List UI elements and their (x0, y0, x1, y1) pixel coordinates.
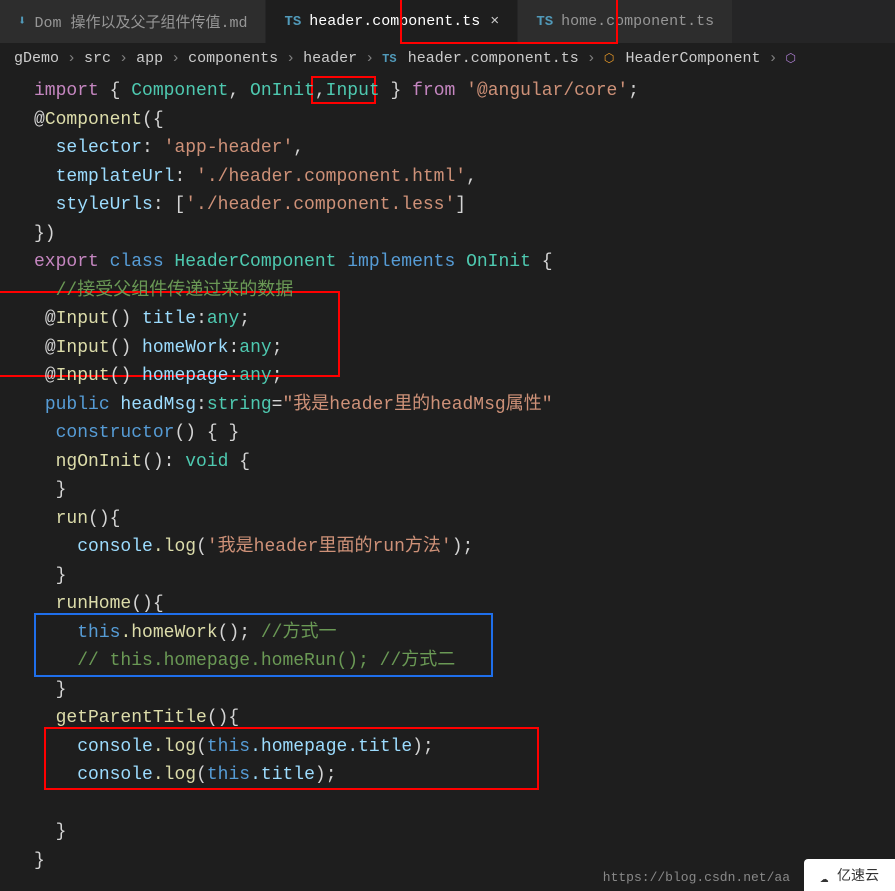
footer-url: https://blog.csdn.net/aa (603, 870, 790, 885)
code-editor[interactable]: import { Component, OnInit,Input } from … (0, 73, 895, 885)
tab-home-ts[interactable]: TS home.component.ts (518, 0, 733, 43)
tab-header-ts[interactable]: TS header.component.ts × (266, 0, 518, 43)
ts-icon: TS (536, 14, 553, 30)
breadcrumb: gDemo› src› app› components› header› TS … (0, 44, 895, 73)
crumb[interactable]: gDemo (6, 50, 67, 67)
watermark: ☁ 亿速云 (804, 859, 895, 891)
cloud-icon: ☁ (820, 870, 828, 887)
markdown-icon: ⬇ (18, 13, 26, 30)
crumb-method[interactable]: ⬡ (778, 50, 808, 67)
tab-label: home.component.ts (561, 13, 714, 30)
tab-label: Dom 操作以及父子组件传值.md (34, 11, 247, 32)
ts-icon: TS (284, 14, 301, 30)
crumb[interactable]: components (180, 50, 286, 67)
tabs-bar: ⬇ Dom 操作以及父子组件传值.md TS header.component.… (0, 0, 895, 44)
close-icon[interactable]: × (490, 13, 499, 30)
tab-label: header.component.ts (309, 13, 480, 30)
crumb[interactable]: header (295, 50, 365, 67)
crumb[interactable]: app (128, 50, 171, 67)
crumb[interactable]: src (76, 50, 119, 67)
tab-dom-md[interactable]: ⬇ Dom 操作以及父子组件传值.md (0, 0, 266, 43)
crumb-file[interactable]: TS header.component.ts (374, 50, 587, 67)
crumb-class[interactable]: ⬡ HeaderComponent (596, 50, 769, 67)
